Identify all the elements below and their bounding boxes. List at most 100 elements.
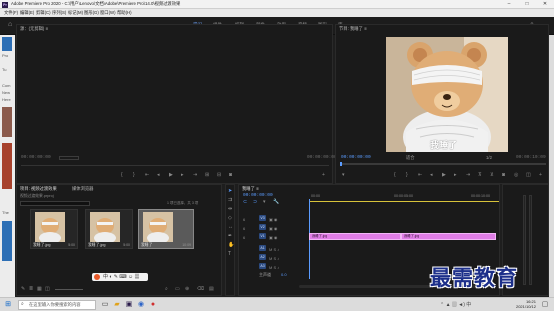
- source-zoom-select[interactable]: [59, 156, 79, 160]
- track-v3[interactable]: V3: [259, 215, 266, 221]
- source-timecode-left[interactable]: 00:00:00:00: [21, 155, 51, 160]
- step-forward-icon[interactable]: ▸: [454, 172, 457, 178]
- program-fit-select[interactable]: 适合: [406, 155, 415, 161]
- track-audio-icons[interactable]: M S ♪ M S ♪ M S ♪: [269, 245, 279, 272]
- automate-icon[interactable]: ▤: [209, 286, 214, 292]
- project-item[interactable]: 我睡了.jpg 5:00: [30, 209, 78, 249]
- minimize-button[interactable]: –: [500, 0, 518, 9]
- ime-toolbar[interactable]: 中 ◐ ✎ ⌨ ☺ ▦: [92, 273, 148, 281]
- system-tray-icons[interactable]: ⌃ ▲ ▥ ◄) 中: [440, 301, 471, 308]
- type-tool-icon[interactable]: T: [228, 251, 231, 257]
- go-to-out-icon[interactable]: ⇥: [193, 172, 197, 178]
- taskbar-search-input[interactable]: 在这里输入你要搜索的内容: [18, 300, 96, 310]
- timeline-clip[interactable]: 我睡了.jpg: [401, 233, 496, 240]
- home-icon[interactable]: ⌂: [8, 21, 16, 29]
- icon-view-icon[interactable]: ▦: [37, 286, 42, 292]
- app-taskbar-icon[interactable]: ●: [148, 300, 158, 310]
- go-to-in-icon[interactable]: ⇤: [418, 172, 422, 178]
- overwrite-icon[interactable]: ⊟: [217, 172, 221, 178]
- project-item-count: 1 项已选择，共 3 项: [167, 201, 199, 205]
- lift-icon[interactable]: ⊼: [478, 172, 482, 178]
- go-to-in-icon[interactable]: ⇤: [145, 172, 149, 178]
- premiere-taskbar-icon[interactable]: ▣: [124, 300, 134, 310]
- edge-browser-icon[interactable]: ◉: [136, 300, 146, 310]
- close-button[interactable]: ✕: [536, 0, 554, 9]
- insert-icon[interactable]: ⊞: [205, 172, 209, 178]
- delete-icon[interactable]: ⌫: [197, 286, 204, 292]
- new-bin-icon[interactable]: ▭: [175, 286, 180, 292]
- extract-icon[interactable]: ⊻: [490, 172, 494, 178]
- source-monitor-header[interactable]: 源：(无剪辑) ≡: [20, 26, 48, 32]
- maximize-button[interactable]: □: [518, 0, 536, 9]
- menu-edit[interactable]: 编辑(E): [20, 10, 34, 16]
- step-back-icon[interactable]: ◂: [430, 172, 433, 178]
- list-view-icon[interactable]: ≣: [29, 286, 33, 292]
- timeline-clip[interactable]: 我睡了.jpg: [309, 233, 401, 240]
- add-button-icon[interactable]: +: [539, 172, 542, 178]
- add-button-icon[interactable]: +: [322, 172, 325, 178]
- media-browser-tab[interactable]: 媒体浏览器: [72, 186, 93, 192]
- snap-icon[interactable]: ⊂: [243, 199, 247, 205]
- mark-in-icon[interactable]: {: [121, 172, 123, 178]
- track-select-tool-icon[interactable]: ⇉: [228, 197, 232, 203]
- go-to-out-icon[interactable]: ⇥: [466, 172, 470, 178]
- menu-marker[interactable]: 标记(M): [68, 10, 83, 16]
- add-marker-icon[interactable]: ▾: [342, 172, 345, 178]
- track-v2[interactable]: V2: [259, 224, 266, 230]
- menu-window[interactable]: 窗口(W): [100, 10, 116, 16]
- step-back-icon[interactable]: ◂: [157, 172, 160, 178]
- program-monitor-header[interactable]: 节目: 我睡了 ≡: [339, 26, 367, 32]
- step-forward-icon[interactable]: ▸: [181, 172, 184, 178]
- mark-out-icon[interactable]: }: [133, 172, 135, 178]
- ripple-edit-tool-icon[interactable]: ⇹: [228, 206, 232, 212]
- mark-out-icon[interactable]: }: [406, 172, 408, 178]
- razor-tool-icon[interactable]: ◇: [228, 215, 232, 221]
- master-track-value[interactable]: 0.0: [281, 272, 287, 277]
- vr-icon[interactable]: ◎: [514, 172, 518, 178]
- timeline-header[interactable]: 我睡了 ≡: [242, 186, 259, 192]
- pen-tool-icon[interactable]: ✒: [228, 233, 232, 239]
- settings-icon[interactable]: 🔧: [273, 199, 279, 205]
- playhead[interactable]: [340, 162, 342, 166]
- project-search-input[interactable]: [20, 201, 90, 206]
- menu-clip[interactable]: 剪辑(C): [36, 10, 51, 16]
- track-a3[interactable]: A3: [259, 263, 266, 269]
- notification-icon[interactable]: ▢: [540, 300, 550, 310]
- track-v1[interactable]: V1: [259, 233, 266, 239]
- selection-tool-icon[interactable]: ➤: [228, 188, 232, 194]
- track-lock-icons[interactable]: ▣ ◉ ▣ ◉ ▣ ◉: [269, 215, 277, 242]
- freeform-view-icon[interactable]: ◫: [45, 286, 50, 292]
- linked-selection-icon[interactable]: ⊃: [253, 199, 257, 205]
- play-icon[interactable]: ▶: [169, 172, 173, 178]
- track-toggle-icons[interactable]: 666: [243, 215, 245, 242]
- menu-graphics[interactable]: 图形(G): [84, 10, 99, 16]
- hand-tool-icon[interactable]: ✋: [228, 242, 234, 248]
- menu-sequence[interactable]: 序列(S): [52, 10, 66, 16]
- timeline-timecode[interactable]: 00:00:00:00: [243, 193, 273, 198]
- work-area-bar[interactable]: [309, 201, 499, 202]
- program-timecode-left[interactable]: 00:00:00:00: [341, 155, 371, 160]
- project-item[interactable]: 我睡了.jpg 5:00: [85, 209, 133, 249]
- add-marker-icon[interactable]: ▾: [263, 199, 266, 205]
- taskbar-clock[interactable]: 16:21 2021/10/12: [516, 299, 536, 309]
- search-icon[interactable]: ⌕: [165, 286, 168, 292]
- comparison-icon[interactable]: ◫: [526, 172, 531, 178]
- task-view-icon[interactable]: ▭: [100, 300, 110, 310]
- menu-file[interactable]: 文件(F): [4, 10, 18, 16]
- program-resolution-select[interactable]: 1/2: [486, 155, 492, 160]
- project-item-selected[interactable]: 我睡了 10:09: [138, 209, 194, 249]
- menu-help[interactable]: 帮助(H): [117, 10, 132, 16]
- play-icon[interactable]: ▶: [442, 172, 446, 178]
- windows-start-icon[interactable]: ⊞: [3, 300, 13, 310]
- slip-tool-icon[interactable]: ↔: [228, 224, 233, 230]
- project-tab[interactable]: 项目: 视频过渡效果: [20, 186, 57, 192]
- track-a2[interactable]: A2: [259, 254, 266, 260]
- track-a1[interactable]: A1: [259, 245, 266, 251]
- file-explorer-icon[interactable]: ▰: [112, 300, 122, 310]
- zoom-slider[interactable]: [55, 289, 83, 290]
- camera-icon[interactable]: ◙: [229, 172, 232, 178]
- camera-icon[interactable]: ◙: [502, 172, 505, 178]
- lock-icon[interactable]: ✎: [21, 286, 25, 292]
- mark-in-icon[interactable]: {: [394, 172, 396, 178]
- new-item-icon[interactable]: ⊕: [185, 286, 189, 292]
